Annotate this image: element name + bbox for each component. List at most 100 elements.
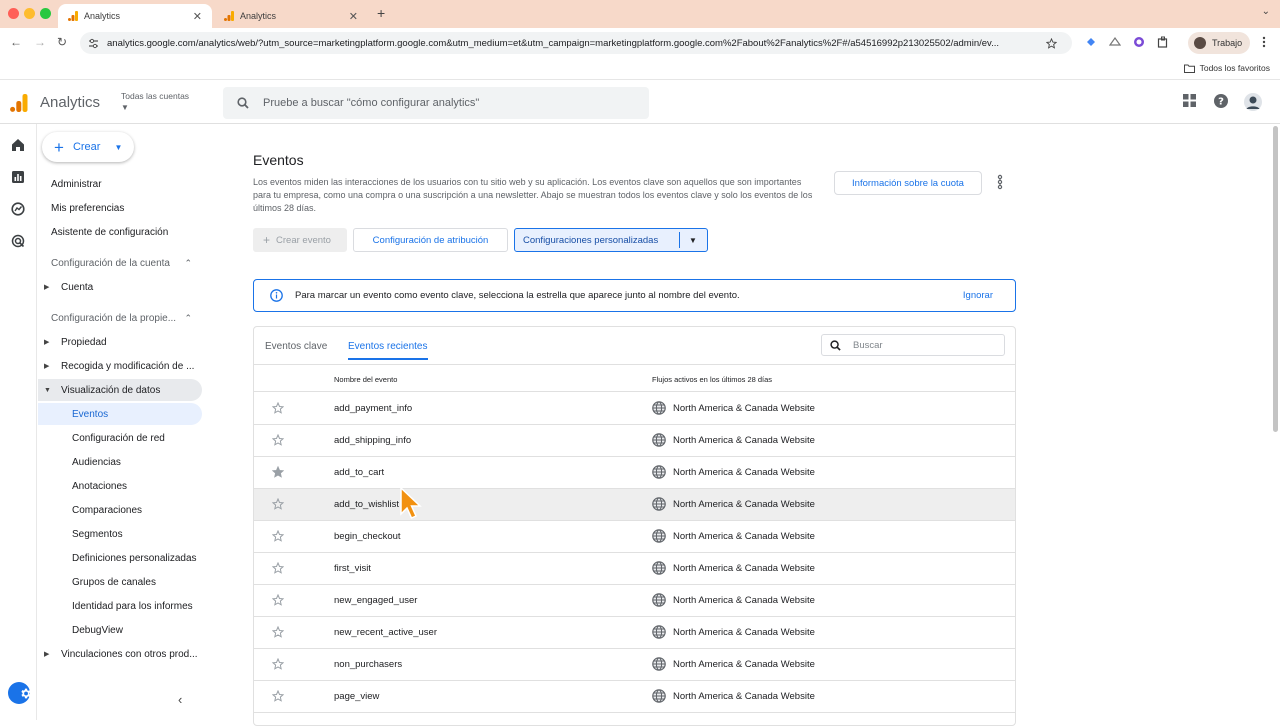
nav-item-mis-preferencias[interactable]: Mis preferencias xyxy=(38,197,202,219)
nav-item-recogida[interactable]: ▶ Recogida y modificación de ... xyxy=(38,355,202,377)
more-vert-icon[interactable] xyxy=(996,174,1004,190)
nav-item-identidad[interactable]: Identidad para los informes xyxy=(38,595,202,617)
star-icon[interactable] xyxy=(272,594,284,606)
reports-icon[interactable] xyxy=(11,170,25,184)
analytics-logo-icon[interactable] xyxy=(10,94,28,112)
quota-info-button[interactable]: Información sobre la cuota xyxy=(834,171,982,195)
star-icon[interactable] xyxy=(272,402,284,414)
star-icon[interactable] xyxy=(272,530,284,542)
extension-icon[interactable] xyxy=(1085,36,1099,50)
custom-configurations-button[interactable]: Configuraciones personalizadas ▼ xyxy=(514,228,708,252)
search-input[interactable]: Pruebe a buscar "cómo configurar analyti… xyxy=(223,87,649,119)
table-row[interactable]: add_payment_info North America & Canada W… xyxy=(254,393,1015,425)
back-button[interactable]: ← xyxy=(10,35,22,49)
events-search-input[interactable]: Buscar xyxy=(821,334,1005,356)
event-name[interactable]: non_purchasers xyxy=(334,659,402,670)
table-row[interactable]: add_to_wishlist North America & Canada We… xyxy=(254,489,1015,521)
star-icon[interactable] xyxy=(272,498,284,510)
star-filled-icon[interactable] xyxy=(272,466,284,478)
event-name[interactable]: page_view xyxy=(334,691,379,702)
event-name[interactable]: add_shipping_info xyxy=(334,435,411,446)
zoom-window-button[interactable] xyxy=(40,8,51,19)
event-name[interactable]: begin_checkout xyxy=(334,531,401,542)
nav-item-comparaciones[interactable]: Comparaciones xyxy=(38,499,202,521)
event-name[interactable]: new_engaged_user xyxy=(334,595,417,606)
extension-icon[interactable] xyxy=(1133,36,1147,50)
star-icon[interactable] xyxy=(272,434,284,446)
puzzle-icon[interactable] xyxy=(1157,36,1171,50)
advertising-icon[interactable] xyxy=(11,234,25,248)
event-name[interactable]: add_to_cart xyxy=(334,467,384,478)
site-settings-icon[interactable] xyxy=(88,38,99,49)
account-avatar[interactable] xyxy=(1244,93,1262,111)
table-row[interactable]: first_visit North America & Canada Websit… xyxy=(254,553,1015,585)
table-row[interactable]: add_to_cart North America & Canada Websit… xyxy=(254,457,1015,489)
nav-item-administrar[interactable]: Administrar xyxy=(38,173,202,195)
forward-button[interactable]: → xyxy=(34,35,46,49)
nav-item-definiciones[interactable]: Definiciones personalizadas xyxy=(38,547,202,569)
admin-settings-button[interactable] xyxy=(8,682,31,704)
star-icon[interactable] xyxy=(272,626,284,638)
nav-item-configuracion-red[interactable]: Configuración de red xyxy=(38,427,202,449)
attribution-settings-button[interactable]: Configuración de atribución xyxy=(353,228,508,252)
browser-menu-icon[interactable] xyxy=(1262,36,1276,50)
nav-item-asistente[interactable]: Asistente de configuración xyxy=(38,221,202,243)
bookmark-star-icon[interactable] xyxy=(1046,37,1057,49)
table-row[interactable]: page_view North America & Canada Website xyxy=(254,681,1015,713)
caret-down-icon[interactable]: ▼ xyxy=(689,236,697,245)
browser-tab[interactable]: Analytics ✕ xyxy=(58,4,212,28)
home-icon[interactable] xyxy=(11,138,25,152)
nav-item-eventos[interactable]: Eventos xyxy=(38,403,202,425)
star-icon[interactable] xyxy=(272,690,284,702)
table-row[interactable]: new_engaged_user North America & Canada W… xyxy=(254,585,1015,617)
section-property-settings[interactable]: Configuración de la propie... ⌃ xyxy=(38,307,202,329)
all-bookmarks-button[interactable]: Todos los favoritos xyxy=(1183,63,1270,73)
search-placeholder: Buscar xyxy=(853,339,883,351)
event-name[interactable]: new_recent_active_user xyxy=(334,627,437,638)
extension-icon[interactable] xyxy=(1109,36,1123,50)
event-name[interactable]: add_to_wishlist xyxy=(334,499,399,510)
close-icon[interactable]: ✕ xyxy=(349,10,358,23)
tab-recent-events[interactable]: Eventos recientes xyxy=(348,341,428,360)
nav-item-anotaciones[interactable]: Anotaciones xyxy=(38,475,202,497)
profile-button[interactable]: Trabajo xyxy=(1188,32,1251,54)
event-name[interactable]: first_visit xyxy=(334,563,371,574)
help-icon[interactable]: ? xyxy=(1214,94,1228,108)
ignore-button[interactable]: Ignorar xyxy=(963,290,993,301)
close-window-button[interactable] xyxy=(8,8,19,19)
collapse-nav-chevron-icon[interactable]: ‹ xyxy=(178,692,182,707)
table-row[interactable]: begin_checkout North America & Canada Web… xyxy=(254,521,1015,553)
browser-tab[interactable]: Analytics ✕ xyxy=(214,4,368,28)
page-scrollbar[interactable] xyxy=(1273,126,1278,432)
table-row[interactable]: non_purchasers North America & Canada Web… xyxy=(254,649,1015,681)
create-event-button[interactable]: + Crear evento xyxy=(253,228,347,252)
analytics-favicon-icon xyxy=(224,11,234,21)
nav-item-visualizacion[interactable]: ▼ Visualización de datos xyxy=(38,379,202,401)
nav-item-audiencias[interactable]: Audiencias xyxy=(38,451,202,473)
new-tab-button[interactable]: + xyxy=(377,5,385,21)
close-icon[interactable]: ✕ xyxy=(193,10,202,23)
address-bar[interactable]: analytics.google.com/analytics/web/?utm_… xyxy=(80,32,1072,54)
table-row[interactable]: add_shipping_info North America & Canada … xyxy=(254,425,1015,457)
minimize-window-button[interactable] xyxy=(24,8,35,19)
explore-icon[interactable] xyxy=(11,202,25,216)
table-row[interactable]: new_recent_active_user North America & Ca… xyxy=(254,617,1015,649)
star-icon[interactable] xyxy=(272,658,284,670)
reload-button[interactable]: ↻ xyxy=(57,35,67,49)
nav-item-cuenta[interactable]: ▶ Cuenta xyxy=(38,276,202,298)
star-icon[interactable] xyxy=(272,562,284,574)
apps-grid-icon[interactable] xyxy=(1183,94,1196,107)
nav-item-grupos-canales[interactable]: Grupos de canales xyxy=(38,571,202,593)
nav-item-debugview[interactable]: DebugView xyxy=(38,619,202,641)
nav-item-segmentos[interactable]: Segmentos xyxy=(38,523,202,545)
create-button[interactable]: + Crear ▼ xyxy=(42,132,134,162)
account-picker[interactable]: Todas las cuentas ▼ xyxy=(121,91,189,112)
nav-item-vinculaciones[interactable]: ▶ Vinculaciones con otros prod... xyxy=(38,643,202,665)
section-account-settings[interactable]: Configuración de la cuenta ⌃ xyxy=(38,252,202,274)
column-header-streams[interactable]: Flujos activos en los últimos 28 días xyxy=(652,375,772,384)
tab-key-events[interactable]: Eventos clave xyxy=(265,341,327,352)
event-name[interactable]: add_payment_info xyxy=(334,403,412,414)
nav-item-propiedad[interactable]: ▶ Propiedad xyxy=(38,331,202,353)
column-header-event-name[interactable]: Nombre del evento xyxy=(334,375,397,384)
tab-search-chevron-icon[interactable]: ⌄ xyxy=(1262,6,1270,17)
